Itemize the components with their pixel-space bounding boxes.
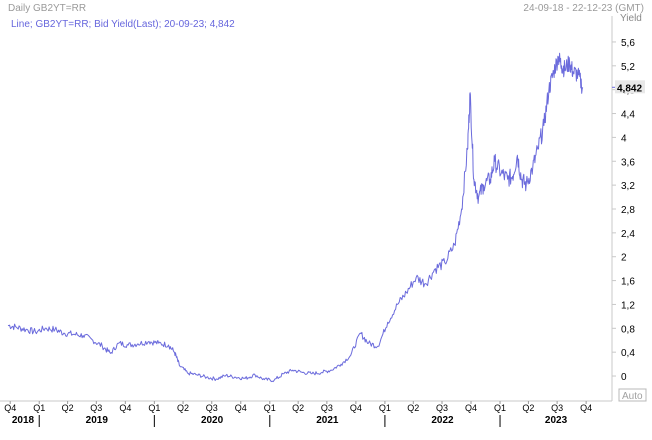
y-tick-label: 1,6	[621, 277, 635, 288]
y-axis: 5,65,24,84,443,63,22,82,421,61,20,80,40	[611, 16, 635, 401]
auto-button-label[interactable]: Auto	[622, 391, 643, 402]
x-year-label: 2018	[12, 415, 35, 426]
x-axis: Q4 Q1 Q2 Q3 Q4 Q1 Q2 Q3 Q4 Q1 Q2 Q3 Q4 Q1 Q2 Q3 Q4 Q1 Q2 Q3…	[0, 400, 612, 427]
y-tick-label: 2	[621, 253, 627, 264]
y-tick-label: 2,4	[621, 229, 635, 240]
chart-panel: Daily GB2YT=RR 24-09-18 - 22-12-23 (GMT)…	[0, 0, 652, 440]
y-axis-unit: Yield	[620, 13, 642, 24]
x-quarter-label: Q2	[522, 403, 534, 413]
x-quarter-label: Q3	[321, 403, 333, 413]
x-quarter-label: Q3	[90, 403, 102, 413]
x-quarter-label: Q2	[62, 403, 74, 413]
last-value-label: 4,842	[617, 83, 642, 94]
x-year-label: 2023	[545, 415, 568, 426]
x-quarter-label: Q4	[119, 403, 131, 413]
x-year-label: 2019	[86, 415, 109, 426]
x-quarter-label: Q3	[551, 403, 563, 413]
y-tick-label: 4	[621, 133, 627, 144]
y-tick-label: 2,8	[621, 205, 635, 216]
y-tick-label: 4,4	[621, 110, 635, 121]
x-quarter-label: Q1	[494, 403, 506, 413]
series-legend: Line; GB2YT=RR; Bid Yield(Last); 20-09-2…	[11, 19, 235, 30]
x-year-label: 2021	[316, 415, 339, 426]
x-quarter-label: Q1	[379, 403, 391, 413]
x-quarter-label: Q4	[4, 403, 16, 413]
x-year-label: 2022	[431, 415, 454, 426]
y-tick-label: 5,6	[621, 38, 635, 49]
x-quarter-label: Q3	[436, 403, 448, 413]
x-quarter-label: Q4	[580, 403, 592, 413]
yield-chart: Daily GB2YT=RR 24-09-18 - 22-12-23 (GMT)…	[0, 3, 647, 427]
x-quarter-label: Q4	[235, 403, 247, 413]
y-tick-label: 3,2	[621, 181, 635, 192]
y-tick-label: 1,2	[621, 300, 635, 311]
x-year-label: 2020	[201, 415, 224, 426]
y-tick-label: 5,2	[621, 62, 635, 73]
y-tick-label: 3,6	[621, 157, 635, 168]
plot-area[interactable]	[7, 52, 584, 383]
y-tick-label: 0	[621, 372, 627, 383]
auto-scale-button[interactable]: Auto	[618, 388, 647, 402]
x-quarter-label: Q1	[148, 403, 160, 413]
yield-series-line	[7, 52, 584, 383]
y-tick-label: 0,4	[621, 348, 635, 359]
x-quarter-label: Q1	[264, 403, 276, 413]
x-quarter-label: Q2	[177, 403, 189, 413]
x-quarter-label: Q1	[33, 403, 45, 413]
x-quarter-label: Q4	[350, 403, 362, 413]
x-quarter-label: Q2	[407, 403, 419, 413]
x-quarter-label: Q2	[292, 403, 304, 413]
x-quarter-label: Q4	[465, 403, 477, 413]
y-tick-label: 0,8	[621, 324, 635, 335]
chart-title: Daily GB2YT=RR	[8, 3, 86, 14]
x-quarter-label: Q3	[206, 403, 218, 413]
last-value-marker: 4,842	[615, 80, 645, 94]
